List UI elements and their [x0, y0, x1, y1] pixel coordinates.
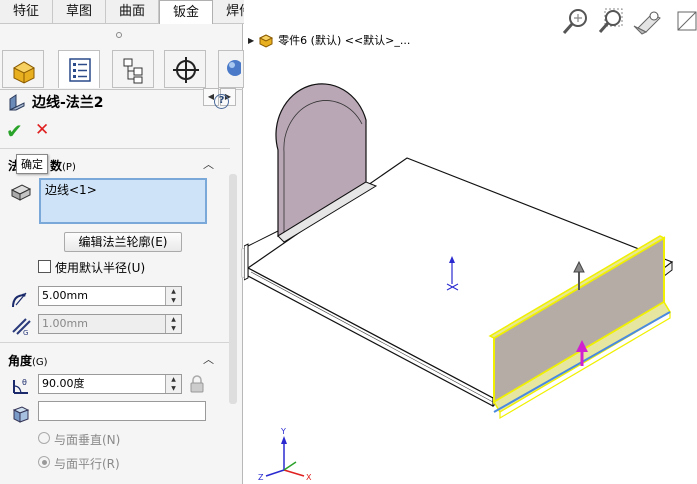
bend-radius-spinner[interactable]: ▲ ▼: [165, 287, 181, 305]
gap-distance-value: 1.00mm: [42, 317, 88, 330]
use-default-radius-checkbox[interactable]: [38, 260, 51, 273]
tab-sheet-metal[interactable]: 钣金: [159, 0, 214, 24]
collapse-angle-chevron-icon[interactable]: ︿: [203, 351, 214, 367]
gap-distance-icon: G: [12, 318, 31, 336]
feature-manager-tab[interactable]: [2, 50, 44, 88]
perpendicular-to-face-label: 与面垂直(N): [54, 433, 121, 447]
tab-surfaces[interactable]: 曲面: [106, 0, 160, 24]
svg-text:X: X: [306, 473, 312, 482]
svg-text:Y: Y: [280, 427, 286, 436]
svg-text:G: G: [23, 329, 28, 336]
svg-text:Z: Z: [258, 473, 264, 482]
spin-down-icon[interactable]: ▼: [166, 384, 181, 393]
use-default-radius-label: 使用默认半径(U): [55, 261, 146, 275]
spin-down-icon[interactable]: ▼: [166, 296, 181, 305]
tab-sketch[interactable]: 草图: [53, 0, 107, 24]
gap-distance-input: 1.00mm ▲ ▼: [38, 314, 182, 334]
flange-angle-icon: θ: [13, 378, 28, 394]
flange-angle-spinner[interactable]: ▲ ▼: [165, 375, 181, 393]
spin-down-icon: ▼: [171, 325, 176, 332]
property-list-icon: [69, 58, 91, 82]
face-select-icon: [12, 406, 30, 423]
property-manager-tab[interactable]: [58, 50, 100, 88]
panel-grip-icon[interactable]: [116, 32, 122, 38]
tab-features[interactable]: 特征: [0, 0, 54, 24]
spin-up-icon[interactable]: ▲: [166, 287, 181, 296]
edge-flange-icon: [9, 94, 25, 111]
bend-radius-input[interactable]: 5.00mm ▲ ▼: [38, 286, 182, 306]
spin-up-icon[interactable]: ▲: [166, 375, 181, 384]
manager-icon-tabs: ◀ ▶: [0, 46, 244, 106]
crosshair-icon: [173, 57, 199, 83]
feature-tree-icon: [12, 61, 36, 84]
svg-text:θ: θ: [22, 378, 27, 387]
graphics-viewport[interactable]: ▶ 零件6 (默认) <<默认>_... X Z Y: [244, 0, 697, 484]
configuration-manager-tab[interactable]: [112, 50, 154, 88]
cancel-button[interactable]: ✕: [35, 120, 49, 140]
angle-header-key: (G): [32, 357, 48, 368]
panel-scrollbar[interactable]: [229, 174, 237, 404]
spin-up-icon: ▲: [171, 316, 176, 323]
lock-icon[interactable]: [189, 374, 205, 394]
parallel-to-face-radio: [38, 456, 50, 468]
solidworks-window: 特征 草图 曲面 钣金 焊件 标注: [0, 0, 697, 484]
property-manager: ◀ ▶ 边线-法兰2 ? ✔ ✕ 确定 法数(P) ︿ 边线<1> 编辑法兰轮廓: [0, 24, 244, 484]
edge-item[interactable]: 边线<1>: [45, 183, 97, 197]
angle-header-text: 角度: [8, 354, 33, 368]
sheet-metal-model[interactable]: X Z Y: [244, 0, 697, 484]
flange-parameters-header-end: 数: [50, 159, 63, 173]
bend-radius-value: 5.00mm: [42, 289, 88, 302]
bend-radius-icon: [12, 292, 27, 308]
edit-flange-profile-button[interactable]: 编辑法兰轮廓(E): [64, 232, 182, 252]
flange-angle-input[interactable]: 90.00度 ▲ ▼: [38, 374, 182, 394]
flange-angle-value: 90.00度: [42, 377, 85, 390]
perpendicular-to-face-radio: [38, 432, 50, 444]
angle-header[interactable]: 角度(G): [8, 352, 48, 369]
ok-button[interactable]: ✔: [6, 119, 23, 143]
configuration-tree-icon: [123, 58, 143, 84]
display-manager-tab[interactable]: [218, 50, 244, 88]
collapse-parameters-chevron-icon[interactable]: ︿: [203, 156, 214, 172]
reference-face-input[interactable]: [38, 401, 206, 421]
flange-parameters-key: (P): [62, 162, 76, 173]
dimxpert-manager-tab[interactable]: [164, 50, 206, 88]
ok-tooltip: 确定: [16, 154, 48, 174]
gap-distance-spinner: ▲ ▼: [165, 315, 181, 333]
appearance-sphere-icon: [227, 60, 241, 76]
edge-select-icon: [10, 184, 32, 201]
edge-selection-list[interactable]: 边线<1>: [39, 178, 207, 224]
feature-title: 边线-法兰2: [8, 92, 104, 112]
help-icon[interactable]: ?: [214, 94, 229, 109]
parallel-to-face-label: 与面平行(R): [54, 457, 120, 471]
feature-title-text: 边线-法兰2: [32, 95, 104, 111]
